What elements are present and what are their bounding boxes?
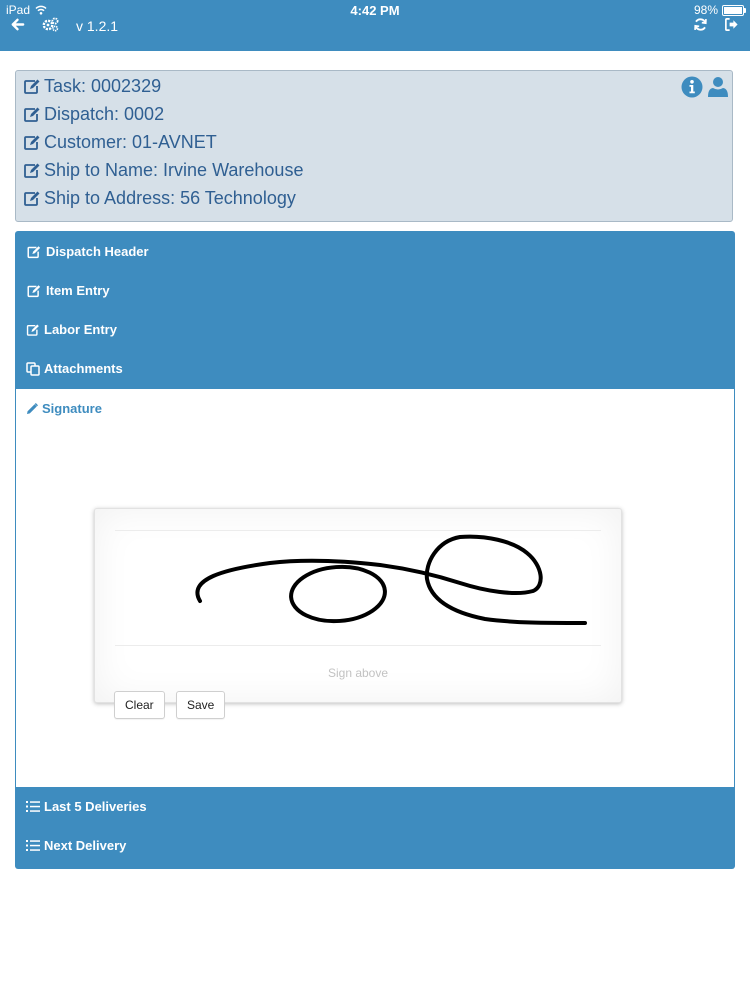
signature-canvas[interactable]	[115, 530, 601, 646]
user-icon[interactable]	[707, 76, 729, 98]
section-label: Dispatch Header	[46, 244, 149, 259]
section-next-delivery[interactable]: Next Delivery	[26, 838, 126, 853]
section-label: Labor Entry	[44, 322, 117, 337]
battery-icon	[722, 4, 746, 16]
battery-percent: 98%	[693, 3, 718, 17]
accordion-bottom: Last 5 Deliveries Next Delivery	[15, 787, 735, 869]
dispatch-row[interactable]: Dispatch: 0002	[23, 104, 164, 125]
app-header: iPad 4:42 PM 98% v 1.2.1	[0, 0, 750, 51]
task-row[interactable]: Task: 0002329	[23, 76, 161, 97]
section-label: Signature	[42, 401, 102, 416]
refresh-icon[interactable]	[693, 17, 708, 32]
section-signature[interactable]: Signature	[26, 401, 102, 416]
section-label: Last 5 Deliveries	[44, 799, 147, 814]
ship-to-address-row[interactable]: Ship to Address: 56 Technology	[23, 188, 296, 209]
card-actions	[681, 76, 729, 98]
edit-icon	[24, 107, 40, 122]
save-button[interactable]: Save	[176, 691, 226, 719]
customer-label: Customer: 01-AVNET	[44, 132, 217, 152]
section-label: Item Entry	[46, 283, 110, 298]
edit-icon	[24, 135, 40, 150]
section-labor-entry[interactable]: Labor Entry	[26, 322, 117, 337]
copy-icon	[26, 361, 40, 376]
section-label: Attachments	[44, 361, 123, 376]
info-circle-icon[interactable]	[681, 76, 703, 98]
status-bar-right: 98%	[693, 3, 746, 17]
list-icon	[26, 840, 40, 851]
pencil-icon	[27, 402, 38, 414]
signature-stroke	[195, 534, 587, 625]
section-label: Next Delivery	[44, 838, 127, 853]
edit-icon	[24, 191, 40, 206]
cogs-icon[interactable]	[42, 17, 59, 32]
ship-to-address-label: Ship to Address: 56 Technology	[44, 188, 296, 208]
arrow-left-icon[interactable]	[10, 17, 25, 32]
edit-icon	[26, 324, 39, 336]
clear-button[interactable]: Clear	[114, 691, 165, 719]
status-time: 4:42 PM	[350, 3, 400, 18]
section-last-deliveries[interactable]: Last 5 Deliveries	[26, 799, 147, 814]
dispatch-label: Dispatch: 0002	[44, 104, 165, 124]
sign-above-hint: Sign above	[327, 666, 389, 680]
section-item-entry[interactable]: Item Entry	[26, 283, 110, 298]
sign-out-icon[interactable]	[724, 17, 739, 32]
signature-panel: Signature Sign above Clear Save	[15, 388, 735, 788]
edit-icon	[27, 284, 41, 297]
section-attachments[interactable]: Attachments	[26, 361, 123, 376]
dispatch-info-card: Task: 0002329 Dispatch: 0002 Customer: 0…	[15, 70, 733, 222]
task-label: Task: 0002329	[44, 76, 162, 96]
edit-icon	[24, 163, 40, 178]
ship-to-name-label: Ship to Name: Irvine Warehouse	[44, 160, 304, 180]
list-icon	[26, 801, 40, 812]
section-dispatch-header[interactable]: Dispatch Header	[26, 244, 149, 259]
customer-row[interactable]: Customer: 01-AVNET	[23, 132, 217, 153]
edit-icon	[24, 79, 40, 94]
edit-icon	[27, 245, 41, 258]
signature-pad: Sign above	[94, 508, 622, 703]
ship-to-name-row[interactable]: Ship to Name: Irvine Warehouse	[23, 160, 303, 181]
accordion-top: Dispatch Header Item Entry Labor Entry A…	[15, 231, 735, 389]
app-version: v 1.2.1	[76, 18, 119, 34]
